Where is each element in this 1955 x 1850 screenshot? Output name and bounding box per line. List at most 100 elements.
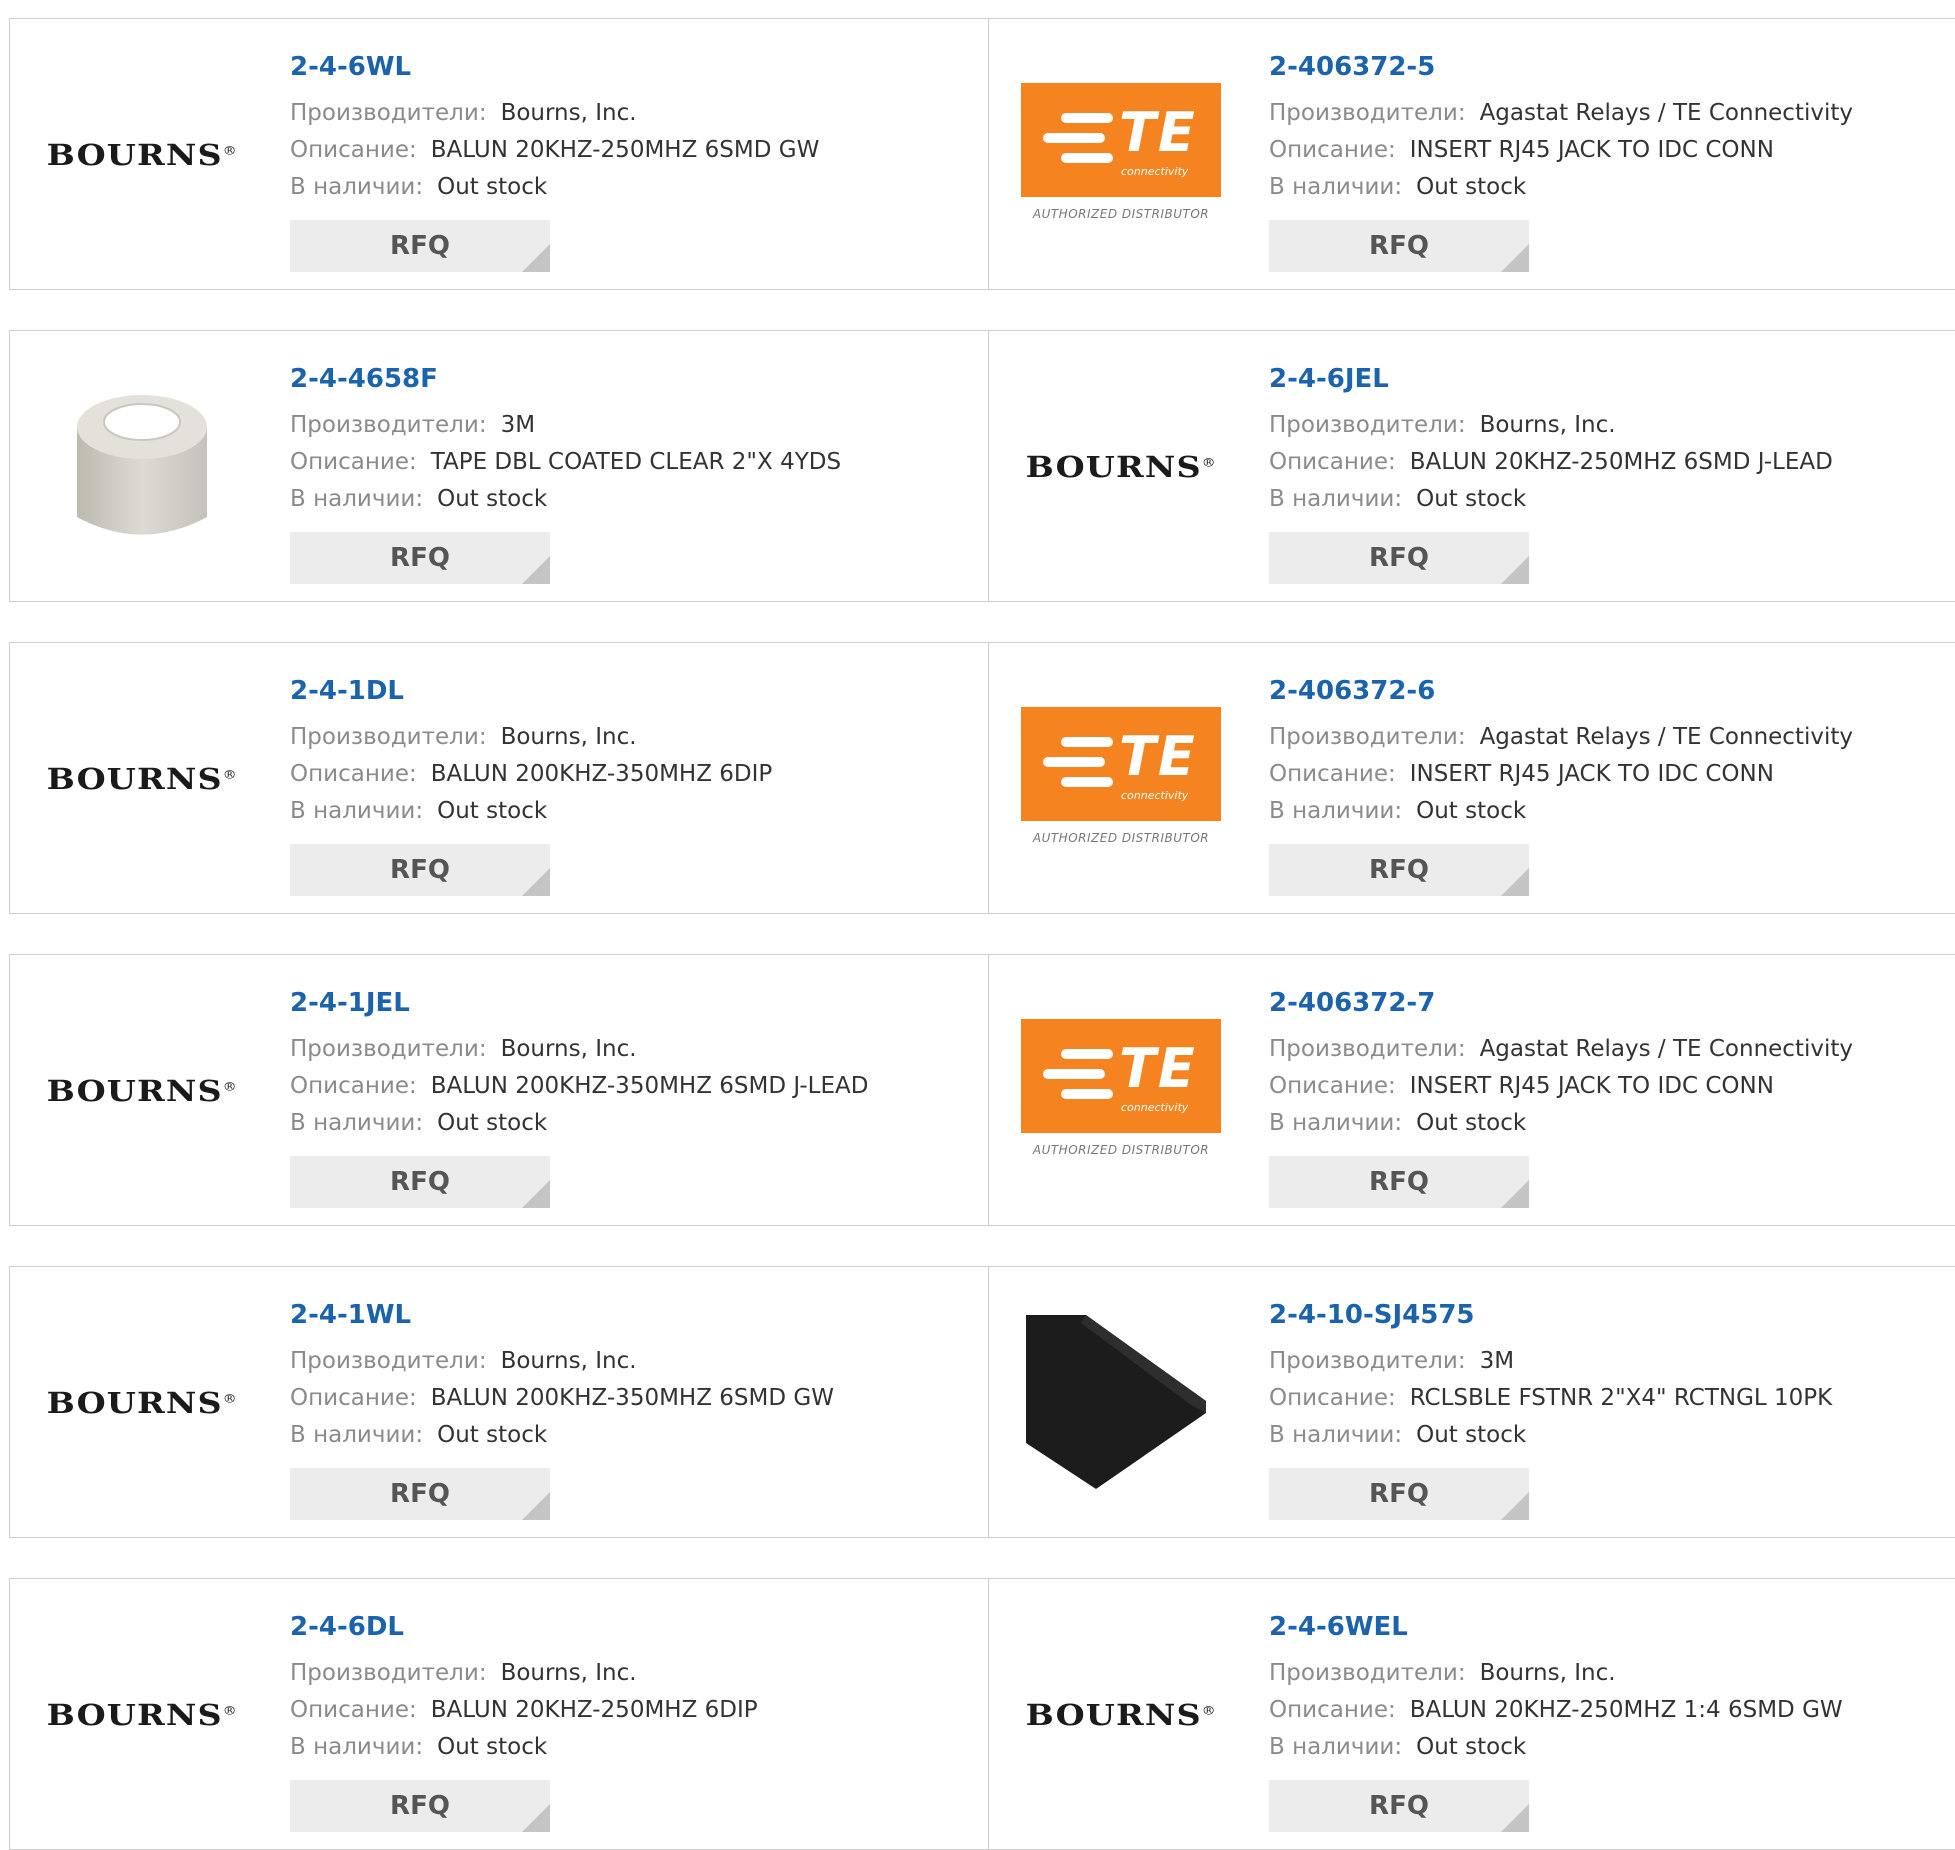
product-card: 2-4-10-SJ4575 Производители: 3M Описание: RC… (989, 1267, 1955, 1537)
stock-line: В наличии: Out stock (290, 1105, 978, 1142)
product-image[interactable]: BOURNS® (1019, 395, 1223, 539)
product-info: 2-4-1DL Производители: Bourns, Inc. Описани… (290, 673, 978, 896)
part-number-link[interactable]: 2-4-1JEL (290, 985, 978, 1021)
product-image[interactable]: BOURNS® (1019, 1643, 1223, 1787)
description-line: Описание: BALUN 200KHZ-350MHZ 6SMD GW (290, 1380, 978, 1417)
part-number-link[interactable]: 2-4-1WL (290, 1297, 978, 1333)
product-row: BOURNS® 2-4-1WL Производители: Bourns, Inc.… (9, 1266, 1955, 1538)
description-label: Описание: (1269, 137, 1396, 163)
manufacturer-label: Производители: (1269, 100, 1466, 126)
part-number-link[interactable]: 2-406372-7 (1269, 985, 1946, 1021)
description-label: Описание: (290, 1697, 417, 1723)
product-row: BOURNS® 2-4-6WL Производители: Bourns, Inc.… (9, 18, 1955, 290)
product-image[interactable]: TE connectivity AUTHORIZED DISTRIBUTOR (1019, 83, 1223, 227)
rfq-button[interactable]: RFQ (1269, 844, 1529, 896)
stock-label: В наличии: (290, 486, 424, 512)
stock-value: Out stock (1416, 1422, 1527, 1448)
rfq-button[interactable]: RFQ (1269, 1468, 1529, 1520)
rfq-button[interactable]: RFQ (290, 1780, 550, 1832)
manufacturer-line: Производители: Bourns, Inc. (290, 95, 978, 132)
rfq-button[interactable]: RFQ (290, 1156, 550, 1208)
fastener-strip-image (1026, 1315, 1206, 1489)
stock-value: Out stock (437, 174, 548, 200)
bourns-logo: BOURNS® (47, 138, 237, 172)
bourns-logo: BOURNS® (47, 1698, 237, 1732)
stock-value: Out stock (1416, 1110, 1527, 1136)
description-value: INSERT RJ45 JACK TO IDC CONN (1409, 137, 1774, 163)
product-row: BOURNS® 2-4-1JEL Производители: Bourns, Inc… (9, 954, 1955, 1226)
manufacturer-label: Производители: (290, 412, 487, 438)
rfq-button[interactable]: RFQ (1269, 1780, 1529, 1832)
registered-mark: ® (223, 1391, 237, 1406)
product-image[interactable]: BOURNS® (40, 1643, 244, 1787)
rfq-button[interactable]: RFQ (1269, 220, 1529, 272)
manufacturer-value: Bourns, Inc. (500, 100, 637, 126)
rfq-button[interactable]: RFQ (290, 844, 550, 896)
stock-value: Out stock (1416, 798, 1527, 824)
product-info: 2-4-6WL Производители: Bourns, Inc. Описани… (290, 49, 978, 272)
product-image[interactable] (1019, 1315, 1223, 1489)
description-line: Описание: RCLSBLE FSTNR 2"X4" RCTNGL 10PK (1269, 1380, 1946, 1417)
product-info: 2-4-6JEL Производители: Bourns, Inc. Описан… (1269, 361, 1946, 584)
product-info: 2-406372-6 Производители: Agastat Relays /… (1269, 673, 1946, 896)
manufacturer-value: Bourns, Inc. (1479, 412, 1616, 438)
stock-label: В наличии: (1269, 1734, 1403, 1760)
stock-line: В наличии: Out stock (1269, 793, 1946, 830)
rfq-button[interactable]: RFQ (290, 1468, 550, 1520)
part-number-link[interactable]: 2-406372-6 (1269, 673, 1946, 709)
product-image[interactable]: BOURNS® (40, 707, 244, 851)
manufacturer-line: Производители: Bourns, Inc. (290, 1031, 978, 1068)
part-number-link[interactable]: 2-4-6WEL (1269, 1609, 1946, 1645)
description-label: Описание: (290, 1073, 417, 1099)
registered-mark: ® (1202, 455, 1216, 470)
manufacturer-label: Производители: (1269, 724, 1466, 750)
stock-line: В наличии: Out stock (290, 1729, 978, 1766)
product-image[interactable] (40, 395, 244, 539)
bourns-logo-text: BOURNS (47, 138, 224, 172)
part-number-link[interactable]: 2-4-4658F (290, 361, 978, 397)
rfq-button[interactable]: RFQ (1269, 1156, 1529, 1208)
product-image[interactable]: BOURNS® (40, 1019, 244, 1163)
authorized-distributor-text: AUTHORIZED DISTRIBUTOR (1032, 1143, 1210, 1157)
description-line: Описание: INSERT RJ45 JACK TO IDC CONN (1269, 756, 1946, 793)
stock-value: Out stock (437, 1734, 548, 1760)
product-card: BOURNS® 2-4-6DL Производители: Bourns, Inc.… (10, 1579, 989, 1849)
part-number-link[interactable]: 2-4-6WL (290, 49, 978, 85)
manufacturer-label: Производители: (1269, 1660, 1466, 1686)
bourns-logo: BOURNS® (47, 762, 237, 796)
rfq-button[interactable]: RFQ (290, 220, 550, 272)
te-logo-subtext: connectivity (1121, 1101, 1189, 1114)
product-image[interactable]: BOURNS® (40, 83, 244, 227)
rfq-button[interactable]: RFQ (290, 532, 550, 584)
manufacturer-line: Производители: Agastat Relays / TE Connec… (1269, 1031, 1946, 1068)
product-image[interactable]: TE connectivity AUTHORIZED DISTRIBUTOR (1019, 707, 1223, 851)
part-number-link[interactable]: 2-4-6DL (290, 1609, 978, 1645)
manufacturer-line: Производители: Bourns, Inc. (1269, 1655, 1946, 1692)
stock-label: В наличии: (290, 1422, 424, 1448)
manufacturer-line: Производители: Bourns, Inc. (290, 1343, 978, 1380)
part-number-link[interactable]: 2-4-10-SJ4575 (1269, 1297, 1946, 1333)
product-card: BOURNS® 2-4-6JEL Производители: Bourns, Inc… (989, 331, 1955, 601)
bourns-logo: BOURNS® (47, 1074, 237, 1108)
part-number-link[interactable]: 2-4-6JEL (1269, 361, 1946, 397)
rfq-button[interactable]: RFQ (1269, 532, 1529, 584)
manufacturer-value: Bourns, Inc. (1479, 1660, 1616, 1686)
part-number-link[interactable]: 2-406372-5 (1269, 49, 1946, 85)
product-row: BOURNS® 2-4-6DL Производители: Bourns, Inc.… (9, 1578, 1955, 1850)
stock-value: Out stock (437, 798, 548, 824)
manufacturer-label: Производители: (290, 1660, 487, 1686)
product-image[interactable]: TE connectivity AUTHORIZED DISTRIBUTOR (1019, 1019, 1223, 1163)
te-logo-orange-box: TE connectivity (1021, 707, 1221, 821)
product-image[interactable]: BOURNS® (40, 1331, 244, 1475)
product-card: TE connectivity AUTHORIZED DISTRIBUTOR 2-40… (989, 955, 1955, 1225)
registered-mark: ® (223, 767, 237, 782)
product-info: 2-4-1JEL Производители: Bourns, Inc. Описан… (290, 985, 978, 1208)
product-card: TE connectivity AUTHORIZED DISTRIBUTOR 2-40… (989, 19, 1955, 289)
te-logo-subtext: connectivity (1121, 165, 1189, 178)
part-number-link[interactable]: 2-4-1DL (290, 673, 978, 709)
stock-line: В наличии: Out stock (1269, 1729, 1946, 1766)
registered-mark: ® (223, 1703, 237, 1718)
registered-mark: ® (223, 143, 237, 158)
description-line: Описание: BALUN 200KHZ-350MHZ 6SMD J-LEAD (290, 1068, 978, 1105)
stock-value: Out stock (1416, 1734, 1527, 1760)
